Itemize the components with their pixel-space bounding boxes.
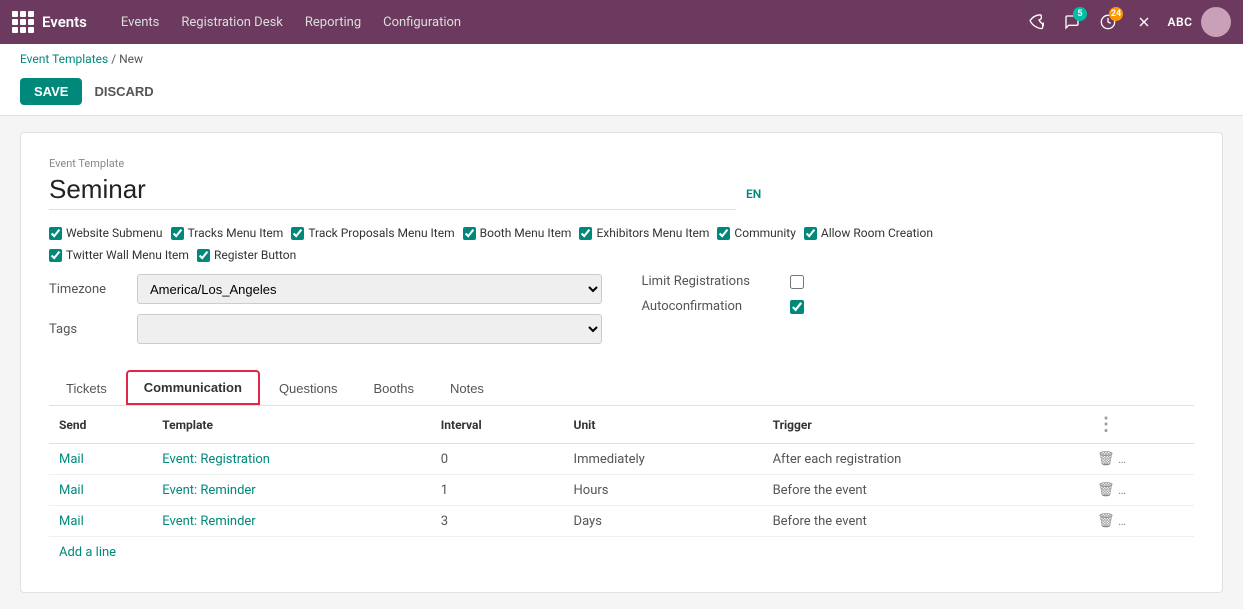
event-title-input[interactable] bbox=[49, 174, 736, 210]
add-line-button[interactable]: Add a line bbox=[49, 537, 126, 568]
table-row: Mail Event: Registration 0 Immediately A… bbox=[49, 444, 1194, 475]
table-menu-icon[interactable]: ⋮ bbox=[1097, 414, 1115, 435]
lang-badge[interactable]: EN bbox=[746, 187, 761, 201]
timezone-field: Timezone America/Los_Angeles bbox=[49, 274, 602, 304]
main-content: Event Template EN Website Submenu Tracks… bbox=[0, 116, 1243, 609]
timezone-select[interactable]: America/Los_Angeles bbox=[137, 274, 602, 304]
clock-icon-btn[interactable]: 24 bbox=[1093, 7, 1123, 37]
user-avatar[interactable] bbox=[1201, 7, 1231, 37]
clock-badge: 24 bbox=[1109, 7, 1123, 21]
tab-notes[interactable]: Notes bbox=[433, 370, 501, 405]
tab-tickets[interactable]: Tickets bbox=[49, 370, 124, 405]
unit-value-1: Immediately bbox=[564, 444, 763, 475]
checkbox-community: Community bbox=[717, 226, 795, 240]
form-section-label: Event Template bbox=[49, 157, 1194, 170]
col-trigger: Trigger bbox=[763, 406, 1087, 444]
autoconfirmation-checkbox[interactable] bbox=[790, 300, 804, 314]
checkbox-twitter-wall: Twitter Wall Menu Item bbox=[49, 248, 189, 262]
trigger-value-3: Before the event bbox=[763, 506, 1087, 537]
main-nav: Events Registration Desk Reporting Confi… bbox=[111, 9, 1017, 36]
tags-label: Tags bbox=[49, 322, 129, 337]
interval-value-1: 0 bbox=[431, 444, 564, 475]
tags-select[interactable] bbox=[137, 314, 602, 344]
autoconfirmation-field: Autoconfirmation bbox=[642, 299, 1195, 314]
trigger-value-2: Before the event bbox=[763, 475, 1087, 506]
limit-registrations-field: Limit Registrations bbox=[642, 274, 1195, 289]
table-row: Mail Event: Reminder 1 Hours Before the … bbox=[49, 475, 1194, 506]
template-value-2[interactable]: Event: Reminder bbox=[162, 483, 255, 498]
timezone-label: Timezone bbox=[49, 282, 129, 297]
send-value-1[interactable]: Mail bbox=[59, 452, 84, 467]
phone-icon-btn[interactable] bbox=[1021, 7, 1051, 37]
chat-icon-btn[interactable]: 5 bbox=[1057, 7, 1087, 37]
brand-label: Events bbox=[42, 13, 87, 31]
row-menu-3[interactable]: … bbox=[1118, 514, 1126, 528]
close-icon-btn[interactable] bbox=[1129, 7, 1159, 37]
delete-row-3[interactable]: 🗑 bbox=[1097, 513, 1115, 529]
template-value-1[interactable]: Event: Registration bbox=[162, 452, 270, 467]
breadcrumb-parent[interactable]: Event Templates bbox=[20, 52, 108, 66]
topbar: Events Events Registration Desk Reportin… bbox=[0, 0, 1243, 44]
user-name-label: ABC bbox=[1165, 7, 1195, 37]
table-row: Mail Event: Reminder 3 Days Before the e… bbox=[49, 506, 1194, 537]
nav-events[interactable]: Events bbox=[111, 9, 169, 36]
interval-value-2: 1 bbox=[431, 475, 564, 506]
col-actions: ⋮ bbox=[1087, 406, 1194, 444]
save-button[interactable]: SAVE bbox=[20, 78, 82, 105]
row-menu-1[interactable]: … bbox=[1118, 452, 1126, 466]
topbar-icons: 5 24 ABC bbox=[1021, 7, 1231, 37]
discard-button[interactable]: DISCARD bbox=[90, 78, 157, 105]
checkbox-track-proposals: Track Proposals Menu Item bbox=[291, 226, 454, 240]
checkbox-allow-room: Allow Room Creation bbox=[804, 226, 933, 240]
right-fields: Limit Registrations Autoconfirmation bbox=[642, 274, 1195, 354]
action-buttons: SAVE DISCARD bbox=[20, 72, 1223, 115]
col-template: Template bbox=[152, 406, 431, 444]
col-unit: Unit bbox=[564, 406, 763, 444]
tab-content-communication: Send Template Interval Unit Trigger ⋮ Ma… bbox=[49, 406, 1194, 568]
delete-row-2[interactable]: 🗑 bbox=[1097, 482, 1115, 498]
left-fields: Timezone America/Los_Angeles Tags bbox=[49, 274, 602, 354]
delete-row-1[interactable]: 🗑 bbox=[1097, 451, 1115, 467]
breadcrumb-current: New bbox=[119, 52, 143, 66]
tab-questions[interactable]: Questions bbox=[262, 370, 355, 405]
unit-value-3: Days bbox=[564, 506, 763, 537]
col-interval: Interval bbox=[431, 406, 564, 444]
chat-badge: 5 bbox=[1073, 7, 1087, 21]
form-fields: Timezone America/Los_Angeles Tags Limit … bbox=[49, 274, 1194, 354]
app-logo[interactable]: Events bbox=[12, 11, 99, 33]
title-row: EN bbox=[49, 174, 1194, 210]
tab-bar: Tickets Communication Questions Booths N… bbox=[49, 370, 1194, 406]
trigger-value-1: After each registration bbox=[763, 444, 1087, 475]
tab-communication[interactable]: Communication bbox=[126, 370, 260, 405]
checkbox-tracks-menu: Tracks Menu Item bbox=[171, 226, 284, 240]
nav-reporting[interactable]: Reporting bbox=[295, 9, 371, 36]
checkbox-exhibitors-menu: Exhibitors Menu Item bbox=[579, 226, 709, 240]
grid-icon bbox=[12, 11, 34, 33]
feature-checkboxes: Website Submenu Tracks Menu Item Track P… bbox=[49, 226, 1194, 262]
communication-table: Send Template Interval Unit Trigger ⋮ Ma… bbox=[49, 406, 1194, 537]
interval-value-3: 3 bbox=[431, 506, 564, 537]
page-header: Event Templates / New SAVE DISCARD bbox=[0, 44, 1243, 116]
template-value-3[interactable]: Event: Reminder bbox=[162, 514, 255, 529]
row-menu-2[interactable]: … bbox=[1118, 483, 1126, 497]
tags-field: Tags bbox=[49, 314, 602, 344]
breadcrumb: Event Templates / New bbox=[20, 52, 1223, 66]
checkbox-booth-menu: Booth Menu Item bbox=[463, 226, 572, 240]
checkbox-register-button: Register Button bbox=[197, 248, 296, 262]
nav-registration-desk[interactable]: Registration Desk bbox=[171, 9, 293, 36]
send-value-3[interactable]: Mail bbox=[59, 514, 84, 529]
limit-registrations-checkbox[interactable] bbox=[790, 275, 804, 289]
checkbox-website-submenu: Website Submenu bbox=[49, 226, 163, 240]
autoconfirmation-label: Autoconfirmation bbox=[642, 299, 782, 314]
send-value-2[interactable]: Mail bbox=[59, 483, 84, 498]
limit-registrations-label: Limit Registrations bbox=[642, 274, 782, 289]
nav-configuration[interactable]: Configuration bbox=[373, 9, 471, 36]
tab-booths[interactable]: Booths bbox=[356, 370, 430, 405]
unit-value-2: Hours bbox=[564, 475, 763, 506]
col-send: Send bbox=[49, 406, 152, 444]
form-card: Event Template EN Website Submenu Tracks… bbox=[20, 132, 1223, 593]
